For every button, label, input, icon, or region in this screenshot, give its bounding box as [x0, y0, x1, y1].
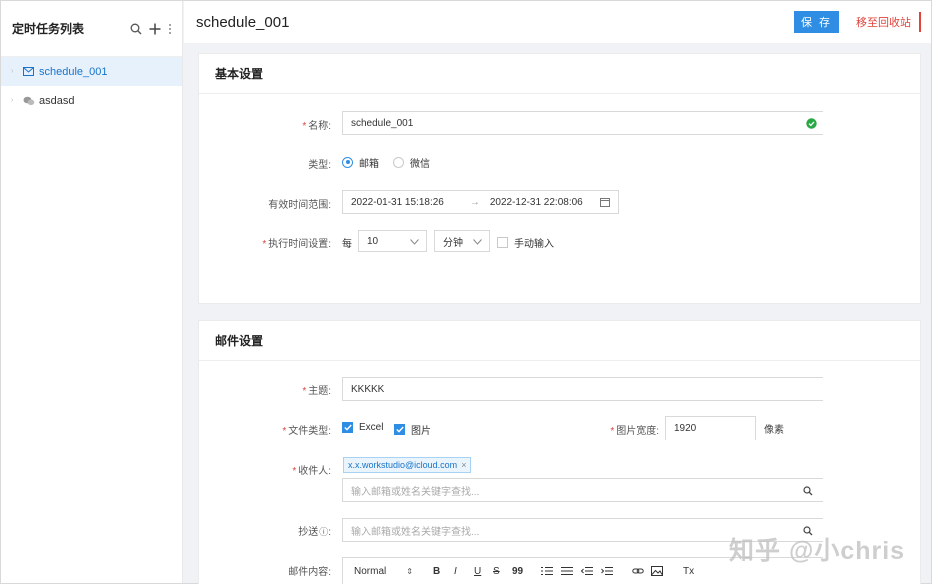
recipient-tag[interactable]: x.x.workstudio@icloud.com × [343, 457, 472, 473]
underline-button[interactable]: U [474, 566, 481, 577]
bold-button[interactable]: B [433, 566, 440, 577]
more-icon[interactable] [168, 23, 172, 35]
tag-close-icon[interactable]: × [461, 460, 466, 470]
basic-settings-card: 基本设置 [198, 53, 921, 304]
sidebar-item-asdasd[interactable]: › asdasd [1, 86, 182, 115]
search-icon[interactable] [803, 486, 813, 499]
ordered-list-icon[interactable] [541, 566, 553, 576]
filetype-label: * 文件类型: [282, 426, 331, 437]
sidebar-title: 定时任务列表 [12, 22, 85, 36]
app-window: 定时任务列表 › schedule_001 › asdasd schedule_… [0, 0, 932, 584]
exec-label: * 执行时间设置: [262, 239, 331, 250]
image-width-unit: 像素 [755, 416, 823, 440]
caret-icon: › [11, 68, 14, 75]
link-icon[interactable] [632, 566, 644, 576]
info-icon[interactable]: ⓘ [319, 527, 328, 537]
clear-format-button[interactable]: Tx [683, 566, 694, 577]
add-icon[interactable] [149, 23, 161, 35]
date-range-picker[interactable]: 2022-01-31 15:18:26 → 2022-12-31 22:08:0… [342, 190, 619, 214]
format-select[interactable]: Normal ⇕ [354, 566, 413, 577]
save-button[interactable]: 保 存 [794, 11, 839, 33]
type-radio-group: 邮箱 微信 [342, 150, 444, 174]
chevron-down-icon [410, 237, 419, 248]
subject-label: * 主题: [302, 386, 331, 397]
sidebar: 定时任务列表 › schedule_001 › asdasd [1, 1, 183, 583]
page-title: schedule_001 [196, 13, 290, 31]
cc-label: 抄送ⓘ: [298, 527, 331, 538]
watermark: 知乎 @小chris [729, 537, 906, 565]
interval-select[interactable]: 10 [358, 230, 427, 252]
image-width-input[interactable]: 1920 [665, 416, 755, 440]
image-width-label: * 图片宽度: [610, 426, 659, 437]
valid-check-icon [806, 118, 817, 132]
image-icon[interactable] [651, 566, 663, 576]
chevron-down-icon [473, 237, 482, 248]
name-label: * 名称: [302, 121, 331, 132]
sidebar-item-schedule-001[interactable]: › schedule_001 [1, 57, 182, 86]
search-icon[interactable] [130, 23, 142, 35]
exec-every-text: 每 [342, 239, 352, 250]
recipient-label: * 收件人: [292, 466, 331, 477]
bullet-list-icon[interactable] [561, 566, 573, 576]
move-to-recycle-button[interactable]: 移至回收站 [856, 12, 921, 32]
sidebar-item-label: schedule_001 [39, 65, 108, 78]
wechat-icon [23, 96, 39, 106]
unit-select[interactable]: 分钟 [434, 230, 490, 252]
recipient-search-input[interactable]: 输入邮箱或姓名关键字查找... [342, 478, 823, 502]
type-label: 类型: [308, 160, 331, 171]
type-radio-wechat[interactable]: 微信 [393, 155, 430, 170]
type-radio-email[interactable]: 邮箱 [342, 155, 379, 170]
manual-input-checkbox[interactable]: 手动输入 [497, 235, 554, 250]
quote-button[interactable]: 99 [512, 566, 523, 577]
filetype-image-checkbox[interactable]: 图片 [394, 422, 431, 437]
range-separator: → [469, 196, 480, 208]
sidebar-item-label: asdasd [39, 94, 75, 107]
subject-input[interactable]: KKKKK [342, 377, 823, 401]
mail-icon [23, 67, 39, 76]
range-label: 有效时间范围: [268, 200, 331, 211]
caret-icon: › [11, 97, 14, 104]
top-bar: schedule_001 保 存 移至回收站 [184, 1, 931, 43]
range-start[interactable]: 2022-01-31 15:18:26 [351, 197, 444, 208]
strike-button[interactable]: S [493, 566, 500, 577]
section-title: 邮件设置 [199, 321, 920, 361]
sidebar-header: 定时任务列表 [1, 1, 182, 57]
calendar-icon[interactable] [600, 197, 610, 210]
italic-button[interactable]: I [454, 566, 457, 577]
outdent-icon[interactable] [581, 566, 593, 576]
name-input[interactable]: schedule_001 [342, 111, 823, 135]
indent-icon[interactable] [601, 566, 613, 576]
range-end[interactable]: 2022-12-31 22:08:06 [490, 197, 583, 208]
content-label: 邮件内容: [288, 567, 331, 578]
section-title: 基本设置 [199, 54, 920, 94]
filetype-excel-checkbox[interactable]: Excel [342, 422, 383, 433]
